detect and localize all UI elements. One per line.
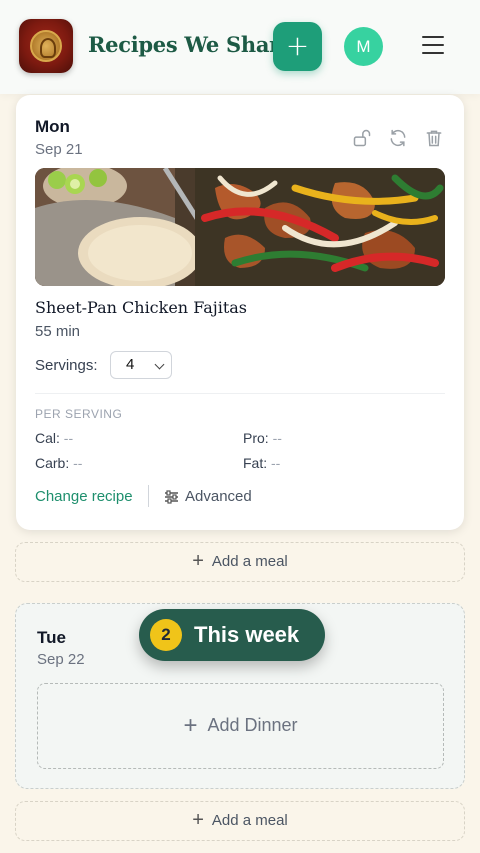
week-number-badge: 2 — [150, 619, 182, 651]
nutrition-carb: Carb: -- — [35, 455, 82, 471]
pro-label: Pro: — [243, 430, 269, 446]
add-dinner-button[interactable]: + Add Dinner — [37, 683, 444, 769]
trash-icon[interactable] — [424, 128, 444, 148]
day-name: Tue — [37, 628, 66, 647]
add-meal-label: Add a meal — [211, 812, 288, 829]
day-name: Mon — [35, 117, 70, 136]
plus-icon: + — [183, 712, 198, 739]
carb-value: -- — [73, 455, 83, 471]
add-meal-button[interactable]: + Add a meal — [15, 801, 465, 841]
hamburger-menu-icon[interactable] — [420, 36, 448, 58]
fajitas-illustration — [35, 168, 445, 286]
this-week-button[interactable]: 2 This week — [139, 609, 325, 661]
refresh-icon[interactable] — [388, 128, 408, 148]
app-header: Recipes We Share + M — [0, 0, 480, 94]
pro-value: -- — [272, 430, 282, 446]
recipe-name[interactable]: Sheet-Pan Chicken Fajitas — [35, 298, 247, 317]
servings-select[interactable]: 4 — [110, 351, 172, 379]
day-card-monday: Mon Sep 21 Sheet-Pan Chicken Fajitas 55 … — [16, 95, 464, 530]
app-logo[interactable] — [19, 19, 73, 73]
day-date: Sep 22 — [37, 651, 85, 668]
app-title: Recipes We Share — [88, 32, 293, 57]
add-meal-button[interactable]: + Add a meal — [15, 542, 465, 582]
unlock-icon[interactable] — [352, 128, 372, 148]
tree-emblem-icon — [30, 30, 62, 62]
per-serving-label: PER SERVING — [35, 407, 123, 421]
cal-value: -- — [63, 430, 74, 446]
day-date: Sep 21 — [35, 141, 83, 158]
add-meal-label: Add a meal — [211, 553, 288, 570]
chevron-down-icon — [154, 359, 165, 370]
servings-value: 4 — [126, 356, 135, 373]
carb-label: Carb: — [35, 455, 70, 471]
advanced-label: Advanced — [185, 488, 252, 505]
divider — [35, 393, 445, 394]
advanced-button[interactable]: Advanced — [164, 488, 252, 505]
nutrition-cal: Cal: -- — [35, 430, 73, 446]
user-avatar[interactable]: M — [344, 27, 383, 66]
fat-label: Fat: — [243, 455, 268, 471]
this-week-label: This week — [194, 622, 300, 647]
fat-value: -- — [271, 455, 281, 471]
add-dinner-label: Add Dinner — [207, 715, 298, 735]
add-recipe-button[interactable]: + — [273, 22, 322, 71]
cal-label: Cal: — [35, 430, 60, 446]
plus-icon: + — [192, 550, 204, 572]
recipe-time: 55 min — [35, 323, 81, 340]
sliders-icon — [165, 489, 178, 504]
change-recipe-link[interactable]: Change recipe — [35, 488, 133, 505]
servings-label: Servings: — [35, 357, 98, 374]
plus-icon: + — [192, 809, 204, 831]
recipe-photo[interactable] — [35, 168, 445, 286]
vertical-divider — [148, 485, 149, 507]
nutrition-fat: Fat: -- — [243, 455, 280, 471]
card-actions — [352, 128, 444, 148]
nutrition-pro: Pro: -- — [243, 430, 282, 446]
